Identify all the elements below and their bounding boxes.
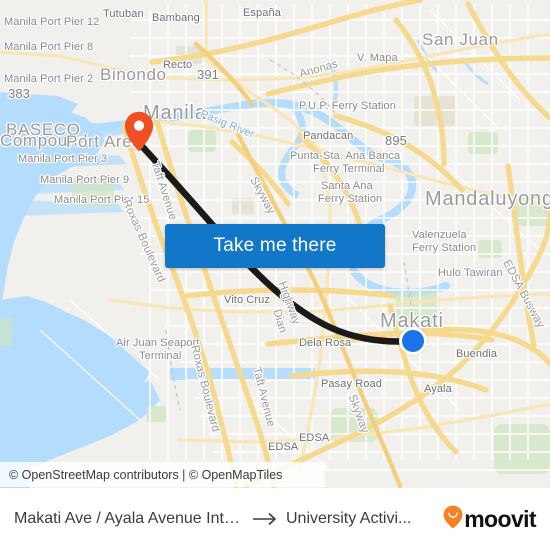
map-label: Manila Port Pier 9 — [40, 174, 130, 186]
map-label: Bambang — [152, 12, 200, 24]
moovit-logo[interactable]: moovit — [443, 505, 537, 534]
moovit-map-screenshot: Manila Port Pier 12 Tutuban Bambang España M… — [0, 0, 550, 550]
moovit-pin-icon — [443, 505, 463, 534]
map-label: Dela Rosa — [299, 337, 352, 349]
route-title: Makati Ave / Ayala Avenue Inter... Unive… — [14, 510, 443, 528]
map-label: Ferry Station — [412, 242, 477, 254]
attribution-text: © OpenStreetMap contributors | © OpenMap… — [9, 467, 283, 482]
map-label: P.U.P. Ferry Station — [299, 100, 396, 112]
map-label: Manila Port Pier 3 — [18, 153, 108, 165]
map-label: Manila Port Pier 12 — [4, 16, 100, 28]
footer-bar: Makati Ave / Ayala Avenue Inter... Unive… — [0, 488, 550, 550]
map-label: Manila Port Pier 15 — [54, 194, 150, 206]
map-label: 895 — [385, 133, 407, 148]
map-label: EDSA — [268, 441, 299, 453]
map-label: Manila Port Pier 2 — [4, 73, 94, 85]
map-label: España — [243, 7, 281, 19]
destination-marker-dot[interactable] — [399, 327, 427, 355]
map-label: Ayala — [424, 383, 452, 395]
map-label: Punta-Sta. Ana Banca — [290, 150, 401, 162]
arrow-right-icon — [253, 512, 279, 526]
moovit-wordmark: moovit — [464, 505, 536, 532]
map-label: Air Juan Seaport — [116, 337, 200, 349]
map-label: Buendia — [456, 348, 498, 360]
map-label: EDSA — [299, 432, 330, 444]
map-label: San Juan — [422, 30, 499, 49]
route-origin-label: Makati Ave / Ayala Avenue Inter... — [14, 510, 246, 527]
take-me-there-button[interactable]: Take me there — [165, 224, 385, 268]
map-label: Pasay Road — [321, 378, 382, 390]
map-label: Pandacan — [303, 130, 354, 142]
map-label: V. Mapa — [357, 52, 398, 64]
map-label: 391 — [197, 67, 219, 82]
route-destination-label: University Activi... — [286, 510, 412, 527]
map-label: Mandaluyong — [425, 188, 550, 210]
map-label: Vito Cruz — [224, 294, 270, 306]
map-label: Terminal — [139, 350, 182, 362]
map-label: Ferry Station — [318, 193, 383, 205]
map-label: Valenzuela — [412, 229, 467, 241]
map-label: Santa Ana — [321, 180, 373, 192]
map-label: Binondo — [100, 65, 167, 84]
map-label: Ferry Terminal — [313, 163, 385, 175]
map-label: Recto — [163, 59, 193, 71]
map-label: Tutuban — [103, 8, 144, 20]
map-label: Hulo Tawiran — [438, 267, 503, 279]
map-label: 383 — [8, 86, 30, 101]
origin-marker-pin[interactable] — [124, 111, 154, 152]
map-label: Manila Port Pier 8 — [4, 41, 94, 53]
map-canvas[interactable]: Manila Port Pier 12 Tutuban Bambang España M… — [0, 0, 550, 488]
map-attribution: © OpenStreetMap contributors | © OpenMap… — [0, 462, 325, 487]
